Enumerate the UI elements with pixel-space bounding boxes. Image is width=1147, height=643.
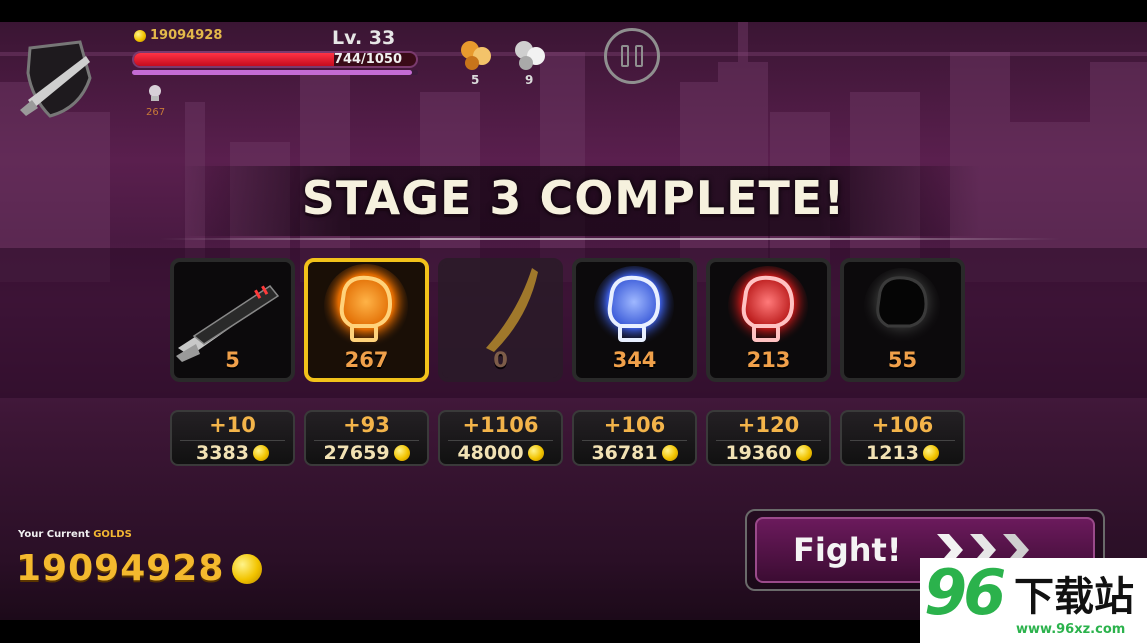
stage-complete-title: STAGE 3 COMPLETE! [301, 171, 846, 225]
glove-small-count: 267 [146, 107, 166, 118]
current-gold-label-highlight: GOLDS [93, 529, 132, 540]
upgrade-bonus: +120 [737, 413, 800, 437]
item-shotgun[interactable]: 5 [170, 258, 295, 382]
price-separator [850, 440, 955, 441]
fight-button-label: Fight! [793, 531, 902, 569]
upgrade-cost: 19360 [708, 442, 829, 464]
xp-bar [132, 70, 418, 75]
price-separator [314, 440, 419, 441]
orange-orbs-count: 5 [471, 73, 480, 87]
player-level: Lv. 33 [332, 27, 396, 49]
upgrade-cost: 36781 [574, 442, 695, 464]
upgrade-cost-value: 36781 [591, 442, 658, 464]
pause-icon-bar-right [635, 45, 643, 67]
orange-orbs-icon [461, 41, 491, 70]
upgrade-price-button[interactable]: +1106 48000 [438, 410, 563, 466]
game-screen: 19094928 Lv. 33 744/1050 267 5 9 STAGE 3… [0, 0, 1147, 643]
gold-coin-icon [252, 445, 269, 461]
health-text: 744/1050 [333, 52, 402, 67]
current-gold-label: Your Current GOLDS [18, 529, 132, 540]
pause-icon-bar-left [621, 45, 629, 67]
gold-coin-icon [527, 445, 544, 461]
glove-small-icon [149, 85, 161, 101]
item-black-glove[interactable]: 55 [840, 258, 965, 382]
current-gold-value: 19094928 [16, 548, 225, 589]
upgrade-cost-value: 1213 [866, 442, 919, 464]
gold-coin-icon [393, 445, 410, 461]
price-separator [582, 440, 687, 441]
upgrade-bonus: +10 [209, 413, 256, 437]
upgrade-cost-value: 48000 [457, 442, 524, 464]
gold-coin-icon [232, 553, 263, 584]
gold-coin-icon [795, 445, 812, 461]
xp-bar-fill [132, 70, 413, 75]
item-count: 267 [344, 348, 389, 372]
gold-counter-value: 19094928 [150, 28, 223, 43]
watermark-text: 下载站 [1014, 574, 1134, 620]
upgrade-cost: 3383 [172, 442, 293, 464]
item-orange-glove[interactable]: 267 [304, 258, 429, 382]
upgrade-bonus: +1106 [462, 413, 539, 437]
upgrade-price-button[interactable]: +10 3383 [170, 410, 295, 466]
item-red-glove[interactable]: 213 [706, 258, 831, 382]
watermark-number: 96 [924, 556, 1006, 629]
health-bar: 744/1050 [132, 51, 418, 68]
upgrade-cost-value: 19360 [725, 442, 792, 464]
white-orbs-icon [515, 41, 545, 70]
upgrade-cost-value: 3383 [196, 442, 249, 464]
gold-coin-icon [922, 445, 939, 461]
item-count: 5 [225, 348, 240, 372]
current-gold: 19094928 [16, 548, 263, 589]
price-separator [448, 440, 553, 441]
title-divider [160, 238, 1060, 240]
upgrade-price-button[interactable]: +120 19360 [706, 410, 831, 466]
item-count: 0 [493, 348, 508, 372]
white-orbs-count: 9 [525, 73, 534, 87]
upgrade-price-button[interactable]: +106 36781 [572, 410, 697, 466]
item-count: 344 [612, 348, 657, 372]
upgrade-cost: 1213 [842, 442, 963, 464]
health-bar-fill [134, 53, 334, 66]
gold-coin-icon [661, 445, 678, 461]
price-separator [716, 440, 821, 441]
item-blade[interactable]: 0 [438, 258, 563, 382]
site-watermark: 96 下载站 www.96xz.com [920, 556, 1147, 643]
upgrade-cost-value: 27659 [323, 442, 390, 464]
weapon-shield-icon[interactable] [20, 38, 100, 118]
item-blue-glove[interactable]: 344 [572, 258, 697, 382]
upgrade-bonus: +106 [871, 413, 934, 437]
upgrade-bonus: +106 [603, 413, 666, 437]
watermark-url: www.96xz.com [1016, 622, 1126, 637]
item-count: 55 [887, 348, 918, 372]
current-gold-label-prefix: Your Current [18, 529, 94, 540]
upgrade-cost: 27659 [306, 442, 427, 464]
upgrade-price-button[interactable]: +106 1213 [840, 410, 965, 466]
upgrade-bonus: +93 [343, 413, 390, 437]
upgrade-price-button[interactable]: +93 27659 [304, 410, 429, 466]
price-separator [180, 440, 285, 441]
pause-button[interactable] [604, 28, 660, 84]
gold-coin-icon [134, 29, 146, 42]
item-count: 213 [746, 348, 791, 372]
gold-counter-top: 19094928 [134, 28, 222, 43]
upgrade-cost: 48000 [440, 442, 561, 464]
